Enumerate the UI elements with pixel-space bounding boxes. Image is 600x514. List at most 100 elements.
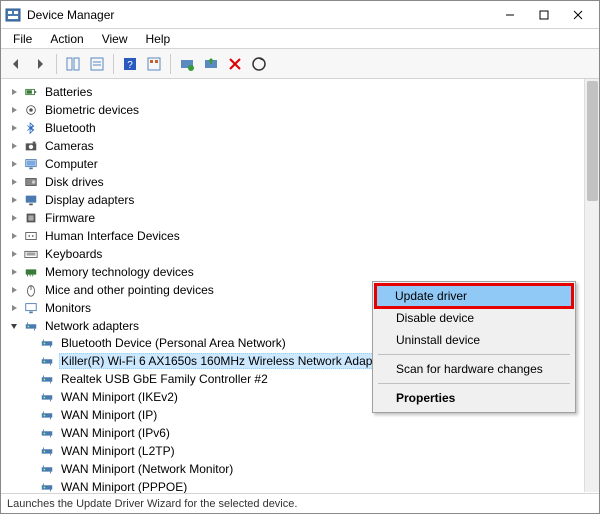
- tree-category-row[interactable]: Keyboards: [9, 246, 597, 262]
- context-menu-item[interactable]: Uninstall device: [376, 329, 572, 351]
- menu-view[interactable]: View: [94, 30, 136, 48]
- action-toolbar-button[interactable]: [143, 53, 165, 75]
- category-label[interactable]: Batteries: [43, 85, 94, 99]
- device-label[interactable]: WAN Miniport (L2TP): [59, 444, 177, 458]
- tree-device-row[interactable]: WAN Miniport (Network Monitor): [25, 461, 597, 477]
- expand-icon[interactable]: [9, 303, 19, 313]
- spacer: [25, 374, 35, 384]
- status-text: Launches the Update Driver Wizard for th…: [7, 498, 297, 510]
- toolbar: ?: [1, 49, 599, 79]
- category-label[interactable]: Bluetooth: [43, 121, 98, 135]
- spacer: [25, 356, 35, 366]
- disk-icon: [23, 175, 39, 189]
- app-icon: [5, 7, 21, 23]
- device-label[interactable]: Bluetooth Device (Personal Area Network): [59, 336, 288, 350]
- back-button[interactable]: [5, 53, 27, 75]
- expand-icon[interactable]: [9, 87, 19, 97]
- scrollbar-thumb[interactable]: [587, 81, 598, 201]
- maximize-button[interactable]: [527, 4, 561, 26]
- category-label[interactable]: Network adapters: [43, 319, 141, 333]
- network-adapter-icon: [39, 426, 55, 440]
- tree-category-row[interactable]: Memory technology devices: [9, 264, 597, 280]
- device-label[interactable]: Realtek USB GbE Family Controller #2: [59, 372, 270, 386]
- device-label[interactable]: WAN Miniport (IPv6): [59, 426, 172, 440]
- tree-category-row[interactable]: Human Interface Devices: [9, 228, 597, 244]
- category-label[interactable]: Keyboards: [43, 247, 104, 261]
- tree-device-row[interactable]: WAN Miniport (IPv6): [25, 425, 597, 441]
- expand-icon[interactable]: [9, 105, 19, 115]
- device-label[interactable]: WAN Miniport (IP): [59, 408, 159, 422]
- context-menu-item[interactable]: Disable device: [376, 307, 572, 329]
- tree-category-row[interactable]: Bluetooth: [9, 120, 597, 136]
- expand-icon[interactable]: [9, 285, 19, 295]
- category-label[interactable]: Firmware: [43, 211, 97, 225]
- expand-icon[interactable]: [9, 213, 19, 223]
- category-label[interactable]: Human Interface Devices: [43, 229, 182, 243]
- category-label[interactable]: Display adapters: [43, 193, 136, 207]
- tree-device-row[interactable]: WAN Miniport (L2TP): [25, 443, 597, 459]
- expand-icon[interactable]: [9, 267, 19, 277]
- mouse-icon: [23, 283, 39, 297]
- help-toolbar-button[interactable]: ?: [119, 53, 141, 75]
- window-title: Device Manager: [27, 8, 493, 22]
- network-adapter-icon: [39, 444, 55, 458]
- category-label[interactable]: Disk drives: [43, 175, 106, 189]
- category-label[interactable]: Cameras: [43, 139, 96, 153]
- update-driver-toolbar-button[interactable]: [200, 53, 222, 75]
- menu-file[interactable]: File: [5, 30, 40, 48]
- context-menu-item[interactable]: Update driver: [374, 283, 574, 309]
- spacer: [25, 338, 35, 348]
- spacer: [25, 428, 35, 438]
- tree-device-row[interactable]: WAN Miniport (PPPOE): [25, 479, 597, 493]
- spacer: [25, 392, 35, 402]
- vertical-scrollbar[interactable]: [584, 79, 599, 492]
- tree-category-row[interactable]: Firmware: [9, 210, 597, 226]
- scan-hardware-button[interactable]: [176, 53, 198, 75]
- tree-category-row[interactable]: Display adapters: [9, 192, 597, 208]
- uninstall-toolbar-button[interactable]: [224, 53, 246, 75]
- menu-separator: [378, 354, 570, 355]
- tree-category-row[interactable]: Batteries: [9, 84, 597, 100]
- menubar: File Action View Help: [1, 29, 599, 49]
- context-menu: Update driverDisable deviceUninstall dev…: [372, 281, 576, 413]
- window-controls: [493, 4, 595, 26]
- menu-action[interactable]: Action: [42, 30, 91, 48]
- expand-icon[interactable]: [9, 195, 19, 205]
- device-label[interactable]: WAN Miniport (IKEv2): [59, 390, 180, 404]
- category-label[interactable]: Computer: [43, 157, 100, 171]
- context-menu-item[interactable]: Scan for hardware changes: [376, 358, 572, 380]
- category-label[interactable]: Biometric devices: [43, 103, 141, 117]
- expand-icon[interactable]: [9, 123, 19, 133]
- spacer: [25, 464, 35, 474]
- minimize-button[interactable]: [493, 4, 527, 26]
- disable-toolbar-button[interactable]: [248, 53, 270, 75]
- spacer: [25, 410, 35, 420]
- tree-category-row[interactable]: Computer: [9, 156, 597, 172]
- expand-icon[interactable]: [9, 249, 19, 259]
- forward-button[interactable]: [29, 53, 51, 75]
- toolbar-separator: [56, 54, 57, 74]
- tree-category-row[interactable]: Cameras: [9, 138, 597, 154]
- collapse-icon[interactable]: [9, 321, 19, 331]
- network-icon: [23, 319, 39, 333]
- toolbar-separator: [113, 54, 114, 74]
- expand-icon[interactable]: [9, 159, 19, 169]
- device-label[interactable]: WAN Miniport (PPPOE): [59, 480, 189, 493]
- device-label[interactable]: WAN Miniport (Network Monitor): [59, 462, 235, 476]
- network-adapter-icon: [39, 462, 55, 476]
- tree-category-row[interactable]: Biometric devices: [9, 102, 597, 118]
- show-hide-console-tree-button[interactable]: [62, 53, 84, 75]
- network-adapter-icon: [39, 408, 55, 422]
- menu-help[interactable]: Help: [138, 30, 179, 48]
- category-label[interactable]: Mice and other pointing devices: [43, 283, 216, 297]
- expand-icon[interactable]: [9, 231, 19, 241]
- tree-category-row[interactable]: Disk drives: [9, 174, 597, 190]
- category-label[interactable]: Monitors: [43, 301, 93, 315]
- biometric-icon: [23, 103, 39, 117]
- expand-icon[interactable]: [9, 177, 19, 187]
- properties-toolbar-button[interactable]: [86, 53, 108, 75]
- expand-icon[interactable]: [9, 141, 19, 151]
- category-label[interactable]: Memory technology devices: [43, 265, 196, 279]
- context-menu-item[interactable]: Properties: [376, 387, 572, 409]
- close-button[interactable]: [561, 4, 595, 26]
